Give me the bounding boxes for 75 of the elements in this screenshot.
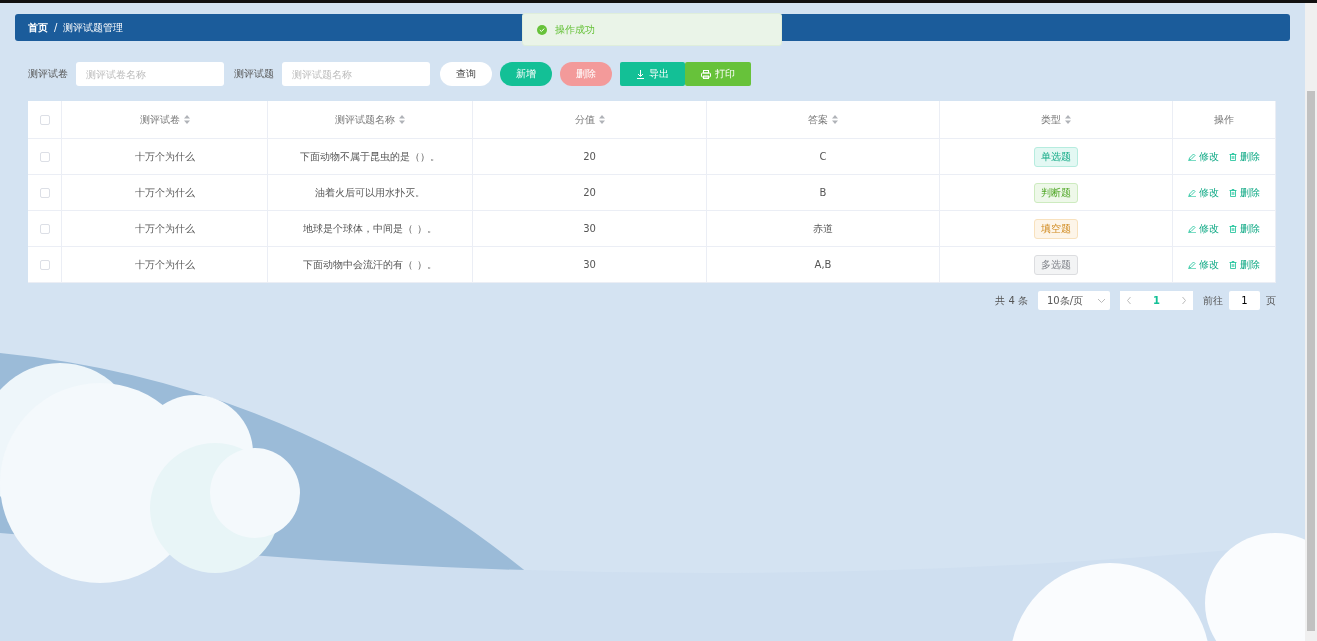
table-cell: 油着火后可以用水扑灭。 <box>315 185 425 200</box>
page-suffix: 页 <box>1266 293 1276 308</box>
export-button[interactable]: 导出 <box>620 62 685 86</box>
edit-link[interactable]: 修改 <box>1188 185 1219 200</box>
download-icon <box>636 69 645 79</box>
table-cell: 30 <box>583 259 596 270</box>
chevron-right-icon[interactable] <box>1182 297 1186 304</box>
select-all-checkbox[interactable] <box>39 114 50 125</box>
check-circle-icon <box>537 24 547 35</box>
printer-icon <box>701 69 711 79</box>
table-cell: 20 <box>583 151 596 162</box>
pencil-icon <box>1188 260 1196 269</box>
scrollbar[interactable] <box>1305 3 1317 641</box>
delete-link[interactable]: 删除 <box>1229 221 1260 236</box>
pencil-icon <box>1188 152 1196 161</box>
print-button[interactable]: 打印 <box>685 62 751 86</box>
table-cell: 十万个为什么 <box>134 185 195 200</box>
row-checkbox[interactable] <box>39 187 50 198</box>
table-cell: 十万个为什么 <box>134 221 195 236</box>
edit-link[interactable]: 修改 <box>1188 221 1219 236</box>
sort-icon[interactable] <box>1065 115 1071 124</box>
type-tag: 填空题 <box>1034 218 1078 239</box>
table-cell: B <box>819 187 827 198</box>
sort-icon[interactable] <box>598 115 605 124</box>
pencil-icon <box>1188 188 1196 197</box>
table-cell: 下面动物不属于昆虫的是（）。 <box>300 149 440 164</box>
column-header: 测评试卷 <box>139 112 180 127</box>
sort-icon[interactable] <box>399 115 405 124</box>
table-cell: 十万个为什么 <box>134 257 195 272</box>
table-cell: 地球是个球体，中间是（ ）。 <box>303 221 437 236</box>
delete-link[interactable]: 删除 <box>1229 257 1260 272</box>
page-number[interactable]: 1 <box>1153 295 1160 306</box>
chevron-down-icon <box>1098 298 1105 303</box>
type-tag: 判断题 <box>1034 182 1078 203</box>
sort-icon[interactable] <box>832 115 838 124</box>
column-header: 测评试题名称 <box>335 112 395 127</box>
edit-link[interactable]: 修改 <box>1188 257 1219 272</box>
column-header: 答案 <box>808 112 828 127</box>
type-tag: 多选题 <box>1034 254 1078 275</box>
table-cell: 20 <box>583 187 596 198</box>
row-checkbox[interactable] <box>39 223 50 234</box>
add-button[interactable]: 新增 <box>500 62 552 86</box>
table-cell: 下面动物中会流汗的有（ ）。 <box>303 257 437 272</box>
table-cell: 30 <box>583 223 596 234</box>
table-cell: 赤道 <box>813 221 833 236</box>
query-button[interactable]: 查询 <box>440 62 492 86</box>
column-header: 类型 <box>1041 112 1061 127</box>
table-cell: A,B <box>814 259 832 270</box>
breadcrumb-item[interactable]: 首页 <box>28 20 48 35</box>
field-label: 测评试题 <box>234 67 274 81</box>
page-size-select[interactable]: 10条/页 <box>1038 291 1110 310</box>
sort-icon[interactable] <box>183 115 190 124</box>
field-label: 测评试卷 <box>28 67 68 81</box>
table-cell: C <box>819 151 827 162</box>
delete-link[interactable]: 删除 <box>1229 149 1260 164</box>
column-header: 操作 <box>1214 112 1234 127</box>
trash-icon <box>1229 260 1237 269</box>
trash-icon <box>1229 188 1237 197</box>
table-cell: 十万个为什么 <box>134 149 195 164</box>
toast-message: 操作成功 <box>555 22 595 37</box>
delete-link[interactable]: 删除 <box>1229 185 1260 200</box>
breadcrumb-item: 测评试题管理 <box>63 20 124 35</box>
goto-page-field[interactable]: 1 <box>1229 291 1260 310</box>
row-checkbox[interactable] <box>39 259 50 270</box>
chevron-left-icon[interactable] <box>1127 297 1131 304</box>
edit-link[interactable]: 修改 <box>1188 149 1219 164</box>
total-count: 共 4 条 <box>995 293 1028 308</box>
row-checkbox[interactable] <box>39 151 50 162</box>
goto-label: 前往 <box>1203 293 1223 308</box>
type-tag: 单选题 <box>1034 146 1078 167</box>
trash-icon <box>1229 224 1237 233</box>
trash-icon <box>1229 152 1237 161</box>
column-header: 分值 <box>574 112 595 127</box>
pencil-icon <box>1188 224 1196 233</box>
breadcrumb-separator: / <box>54 22 58 33</box>
